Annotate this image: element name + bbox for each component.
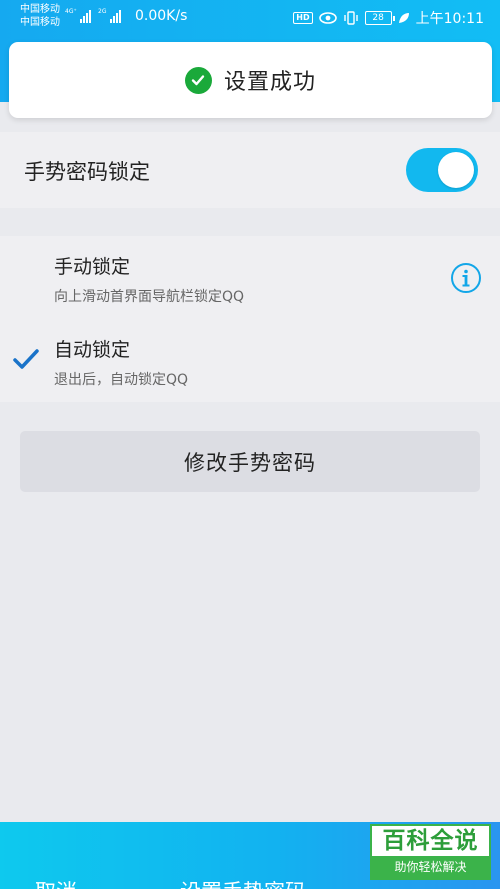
toast-text: 设置成功 xyxy=(223,70,316,95)
leaf-icon xyxy=(398,13,409,23)
status-bar: 中国移动 中国移动 4G⁺ 2G 0.00K/s HD 28 上午10:11 xyxy=(0,0,500,40)
set-gesture-password-button[interactable]: 设置手势密码 xyxy=(180,876,306,889)
network-type-2: 2G xyxy=(98,8,107,15)
watermark-title: 百科全说 xyxy=(382,828,479,854)
carrier-labels: 中国移动 中国移动 xyxy=(20,3,60,29)
network-type-1: 4G⁺ xyxy=(65,8,77,15)
signal-icon xyxy=(80,10,94,23)
check-icon xyxy=(13,349,39,369)
option-auto-lock[interactable]: 自动锁定 退出后，自动锁定QQ xyxy=(0,320,500,402)
carrier-1: 中国移动 xyxy=(20,4,60,15)
eye-icon xyxy=(318,12,337,24)
option-manual-lock[interactable]: 手动锁定 向上滑动首界面导航栏锁定QQ xyxy=(0,236,500,320)
hd-icon: HD xyxy=(293,12,313,24)
info-icon[interactable] xyxy=(450,262,482,294)
change-gesture-password-button[interactable]: 修改手势密码 xyxy=(20,431,480,492)
battery-icon: 28 xyxy=(364,11,395,25)
option-desc: 退出后，自动锁定QQ xyxy=(54,372,189,388)
signal-icon xyxy=(110,10,124,23)
network-speed: 0.00K/s xyxy=(135,8,188,24)
status-right: HD 28 上午10:11 xyxy=(293,8,484,28)
option-title: 手动锁定 xyxy=(54,256,131,278)
success-toast: 设置成功 xyxy=(9,42,492,118)
watermark-logo: 百科全说 助你轻松解决 xyxy=(370,824,491,880)
toggle-knob xyxy=(438,152,474,188)
clock: 上午10:11 xyxy=(415,11,484,27)
option-title: 自动锁定 xyxy=(54,339,131,361)
gesture-lock-toggle[interactable] xyxy=(406,148,478,192)
check-circle-icon xyxy=(184,66,212,94)
cancel-button[interactable]: 取消 xyxy=(35,876,77,889)
gesture-lock-label: 手势密码锁定 xyxy=(24,160,150,184)
carrier-2: 中国移动 xyxy=(20,17,60,28)
option-desc: 向上滑动首界面导航栏锁定QQ xyxy=(54,289,245,305)
watermark-subtitle: 助你轻松解决 xyxy=(372,856,489,878)
vibrate-icon xyxy=(343,11,358,25)
